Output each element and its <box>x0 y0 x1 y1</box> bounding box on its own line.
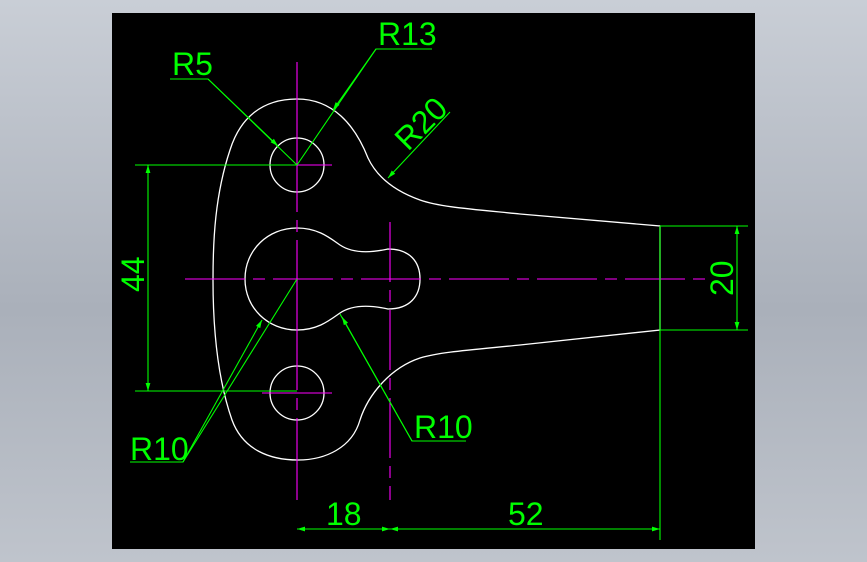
label-r13: R13 <box>378 16 437 52</box>
label-r10-left: R10 <box>130 431 189 467</box>
label-18: 18 <box>326 496 362 532</box>
leader-r5 <box>170 78 298 166</box>
leader-r13-arrow <box>332 48 377 111</box>
leader-r5-arrow <box>207 78 279 147</box>
cad-drawing: R13 R5 R20 R10 R10 44 20 18 52 <box>115 16 748 540</box>
leader-r10-right-arrow <box>341 316 413 442</box>
label-20: 20 <box>704 260 740 296</box>
label-r10-right: R10 <box>414 409 473 445</box>
label-r20: R20 <box>387 90 454 157</box>
label-r5: R5 <box>172 46 213 82</box>
dimension-labels: R13 R5 R20 R10 R10 44 20 18 52 <box>115 16 740 532</box>
label-52: 52 <box>508 496 544 532</box>
label-44: 44 <box>115 256 151 292</box>
